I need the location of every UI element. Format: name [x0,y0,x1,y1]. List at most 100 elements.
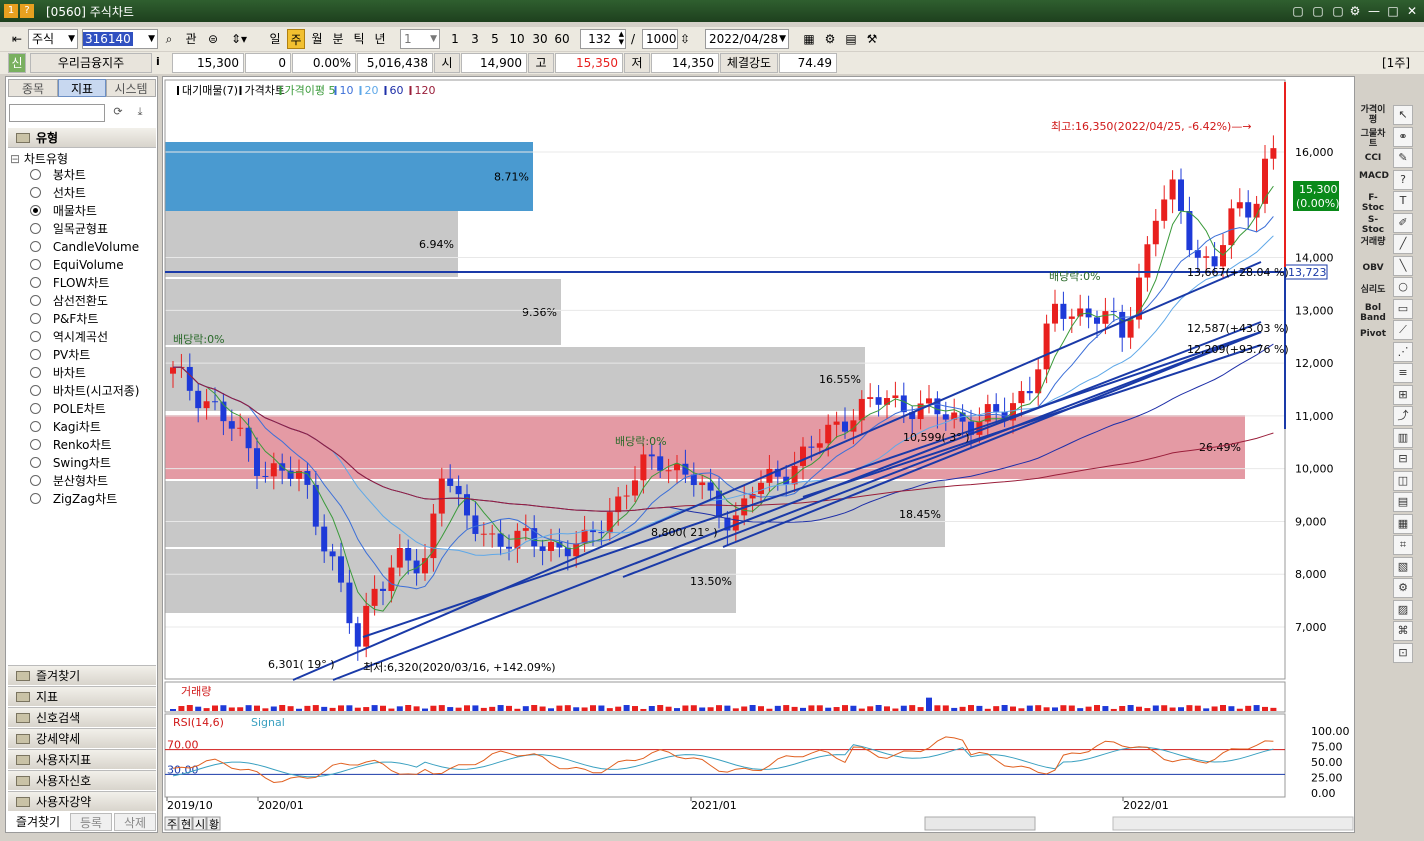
menu-user-strength[interactable]: 사용자강약 [8,791,156,811]
drawing-tool-icon[interactable]: ▥ [1393,427,1413,448]
period-minute[interactable]: 분 [329,29,347,49]
radio-button[interactable] [30,349,41,360]
drawing-tool-icon[interactable]: ✐ [1393,212,1413,233]
interval-select[interactable]: 1 ▼ [400,29,440,49]
drawing-tool-icon[interactable]: ⟋ [1393,320,1413,340]
radio-button[interactable] [30,259,41,270]
indicator-shortcut[interactable]: 거래량 [1359,237,1387,247]
chart-type-item[interactable]: 바차트 [30,365,86,381]
radio-button[interactable] [30,403,41,414]
footer-favorites-button[interactable]: 즐겨찾기 [8,813,68,831]
chart-type-item[interactable]: Renko차트 [30,437,112,453]
radio-button[interactable] [30,367,41,378]
tree-group-chart-type[interactable]: ⊟ 차트유형 [10,150,68,167]
footer-delete-button[interactable]: 삭제 [114,813,156,831]
radio-button[interactable] [30,439,41,450]
count-stepper-icon[interactable]: ⇳ [678,29,692,49]
chart-type-icon[interactable]: ▦ [800,29,818,49]
indicator-shortcut[interactable]: Pivot [1359,329,1387,339]
refresh-icon[interactable]: ⟳ [110,105,126,121]
radio-button[interactable] [30,187,41,198]
chart-type-item[interactable]: 분산형차트 [30,473,108,489]
drawing-tool-icon[interactable]: ╲ [1393,255,1413,276]
drawing-tool-icon[interactable]: ↖ [1393,105,1413,125]
indicator-shortcut[interactable]: F-Stoc [1359,193,1387,213]
info-icon[interactable]: i [156,55,166,68]
drawing-tool-icon[interactable]: ⊟ [1393,449,1413,469]
radio-button[interactable] [30,493,41,504]
period-tick[interactable]: 틱 [350,29,368,49]
radio-button[interactable] [30,313,41,324]
copy-icon[interactable]: ▢ [1310,3,1326,19]
download-icon[interactable]: ⤓ [132,105,148,121]
radio-button[interactable] [30,295,41,306]
prev-stock-icon[interactable]: ⇤ [8,29,26,49]
chart-type-item[interactable]: FLOW차트 [30,275,109,291]
drawing-tool-icon[interactable]: ✎ [1393,148,1413,168]
footer-register-button[interactable]: 등록 [70,813,112,831]
market-select[interactable]: 주식 ▼ [28,29,78,49]
search-icon[interactable]: ⌕ [160,29,178,49]
drawing-tool-icon[interactable]: ? [1393,169,1413,190]
chart-type-item[interactable]: POLE차트 [30,401,106,417]
total-count-input[interactable]: 1000 [642,29,678,49]
chart-canvas[interactable]: 8.71%6.94%9.36%16.55%26.49%18.45%13.50%1… [163,77,1354,832]
drawing-tool-icon[interactable]: T [1393,191,1413,211]
drawing-tool-icon[interactable]: ⤴ [1393,406,1413,426]
menu-strength[interactable]: 강세약세 [8,728,156,748]
chart-area[interactable]: 8.71% 6.94% 9.36% 16.55% 26.49% 18.45% 13.50% 1… [162,76,1355,833]
radio-button[interactable] [30,385,41,396]
tab-stocks[interactable]: 종목 [8,79,58,97]
menu-indicators[interactable]: 지표 [8,686,156,706]
chart-type-item[interactable]: 삼선전환도 [30,293,108,309]
drawing-tool-icon[interactable]: ⊡ [1393,642,1413,663]
radio-button[interactable] [30,457,41,468]
indicator-shortcut[interactable]: OBV [1359,263,1387,273]
chart-settings-icon[interactable]: ⚙ [821,29,839,49]
radio-button[interactable] [30,223,41,234]
chart-type-item[interactable]: 선차트 [30,185,86,201]
radio-button[interactable] [30,205,41,216]
menu-signal-search[interactable]: 신호검색 [8,707,156,727]
chart-type-item[interactable]: EquiVolume [30,257,124,273]
interval-5[interactable]: 5 [486,29,504,49]
drawing-tool-icon[interactable]: ▤ [1393,492,1413,512]
period-week[interactable]: 주 [287,29,305,49]
radio-button[interactable] [30,277,41,288]
indicator-shortcut[interactable]: CCI [1359,153,1387,163]
indicator-shortcut[interactable]: 심리도 [1359,285,1387,295]
drawing-tool-icon[interactable]: ⌗ [1393,535,1413,555]
chart-type-item[interactable]: CandleVolume [30,239,139,255]
app-icon-1[interactable]: 1 [4,4,18,18]
menu-user-signals[interactable]: 사용자신호 [8,770,156,790]
period-month[interactable]: 월 [308,29,326,49]
radio-button[interactable] [30,169,41,180]
save-icon[interactable]: ▤ [842,29,860,49]
drawing-tool-icon[interactable]: ▨ [1393,599,1413,620]
tab-system[interactable]: 시스템 [106,79,156,97]
drawing-tool-icon[interactable]: ⚭ [1393,126,1413,147]
chart-type-item[interactable]: Kagi차트 [30,419,101,435]
gwan-button[interactable]: 관 [180,29,202,49]
minimize-button[interactable]: — [1366,3,1382,19]
drawing-tool-icon[interactable]: ⚙ [1393,578,1413,598]
drawing-tool-icon[interactable]: ⋰ [1393,341,1413,362]
drawing-tool-icon[interactable]: ╱ [1393,234,1413,254]
chart-type-item[interactable]: ZigZag차트 [30,491,117,507]
date-picker[interactable]: 2022/04/28 ▼ [705,29,789,49]
interval-30[interactable]: 30 [529,29,551,49]
drawing-tool-icon[interactable]: ≡ [1393,363,1413,383]
print-icon[interactable]: ▢ [1330,3,1346,19]
radio-button[interactable] [30,421,41,432]
help-icon[interactable]: ? [20,4,34,18]
radio-button[interactable] [30,331,41,342]
chart-type-item[interactable]: 봉차트 [30,167,86,183]
chart-nav-toolbar[interactable] [1112,816,1354,831]
horizontal-scrollbar[interactable] [924,816,1036,831]
chart-type-item[interactable]: Swing차트 [30,455,111,471]
count-input[interactable]: 132 ▲ ▼ [580,29,626,49]
stock-code-input[interactable]: 316140 ▼ [82,29,158,49]
tools-icon[interactable]: ⚒ [863,29,881,49]
link-icon[interactable]: ▢ [1290,3,1306,19]
chart-type-item[interactable]: PV차트 [30,347,90,363]
